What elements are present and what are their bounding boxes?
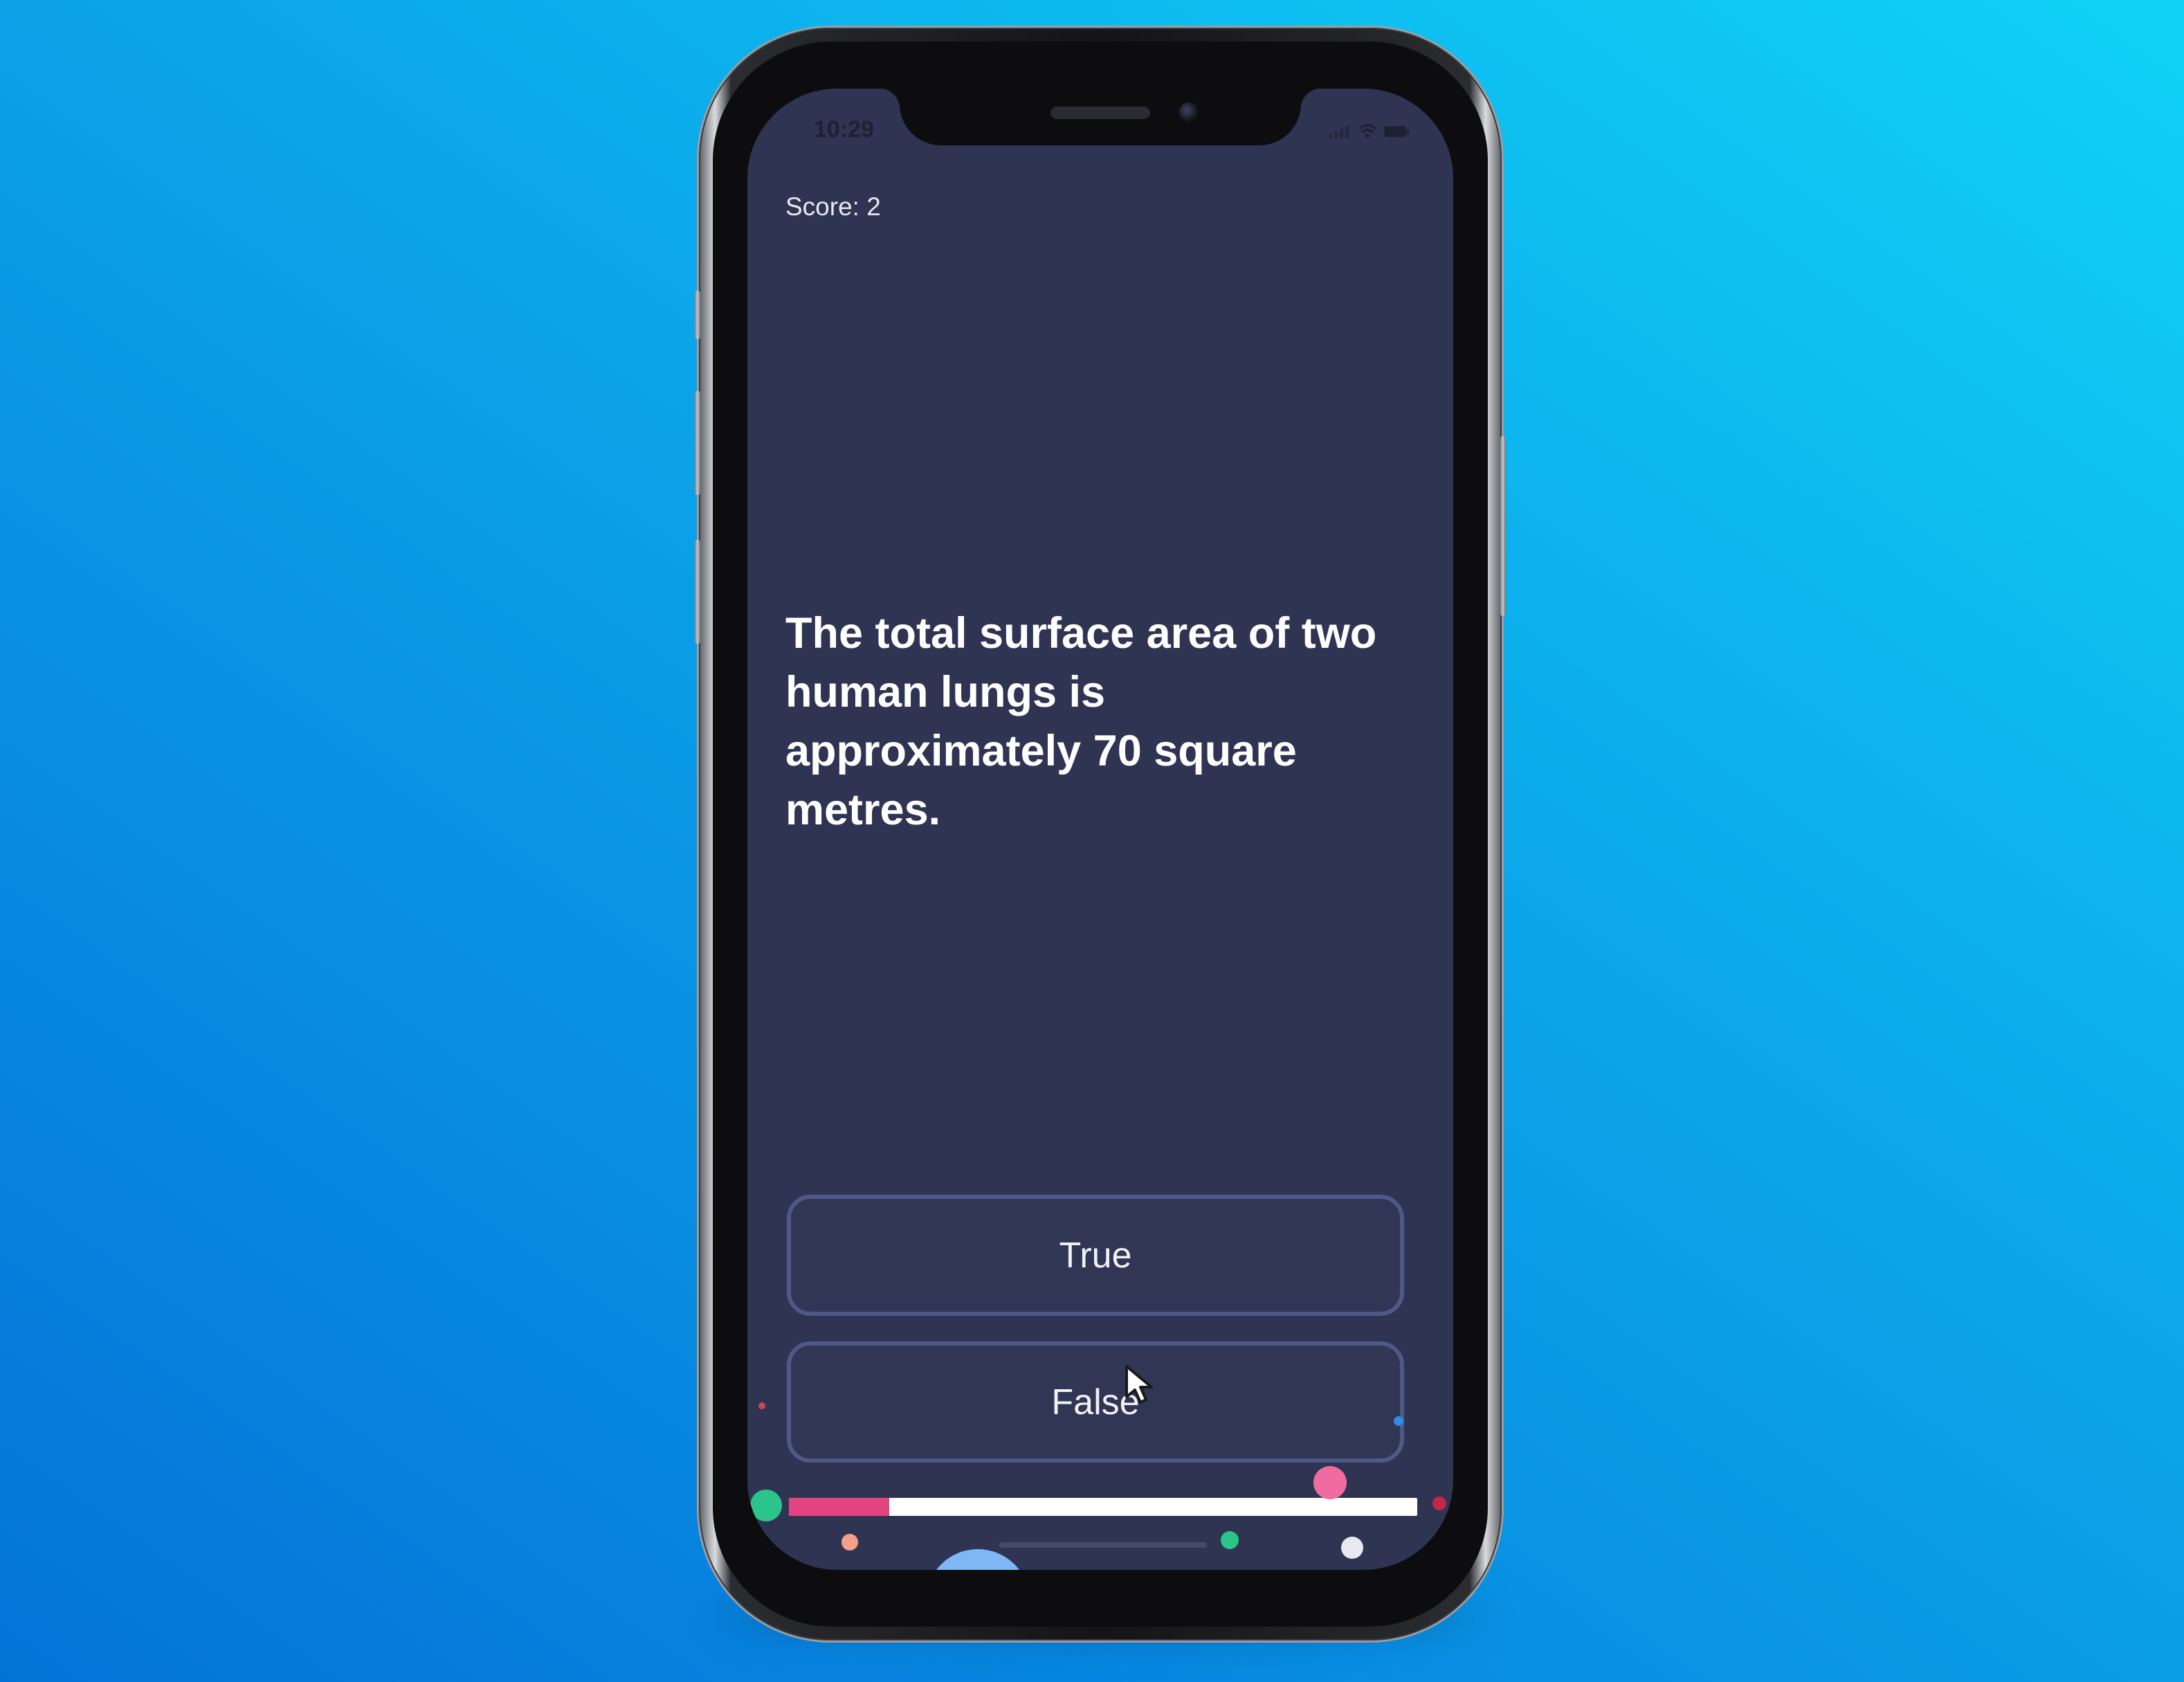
confetti-dot — [1432, 1496, 1446, 1510]
phone-screen: 10:29 Score: 2 The total surface area of… — [747, 89, 1453, 1570]
earpiece-speaker — [1050, 107, 1150, 119]
power-button — [1500, 436, 1506, 616]
wifi-icon — [1358, 124, 1377, 138]
volume-down-button — [695, 540, 700, 644]
progress-fill — [789, 1498, 890, 1516]
notch — [879, 89, 1322, 145]
false-button[interactable]: False — [787, 1341, 1404, 1463]
home-indicator — [999, 1542, 1207, 1548]
status-time: 10:29 — [814, 116, 874, 143]
confetti-dot — [1221, 1531, 1239, 1549]
confetti-dot — [1394, 1416, 1403, 1426]
confetti-dot — [1341, 1537, 1363, 1559]
confetti-dot — [926, 1549, 1030, 1570]
status-icons — [1329, 124, 1409, 138]
mouse-pointer-icon — [1125, 1365, 1153, 1404]
confetti-dot — [750, 1490, 782, 1521]
confetti-dot — [758, 1402, 765, 1409]
confetti-dot — [1313, 1466, 1347, 1499]
mute-switch — [695, 291, 700, 339]
front-camera — [1179, 102, 1199, 122]
battery-icon — [1384, 126, 1409, 137]
signal-icon — [1329, 126, 1349, 138]
question-text: The total surface area of two human lung… — [785, 609, 1377, 834]
volume-up-button — [695, 391, 700, 495]
true-button-label: True — [1059, 1235, 1132, 1276]
true-button[interactable]: True — [787, 1195, 1404, 1316]
score-label: Score: 2 — [785, 192, 881, 221]
confetti-dot — [841, 1534, 858, 1550]
progress-bar — [789, 1498, 1417, 1516]
